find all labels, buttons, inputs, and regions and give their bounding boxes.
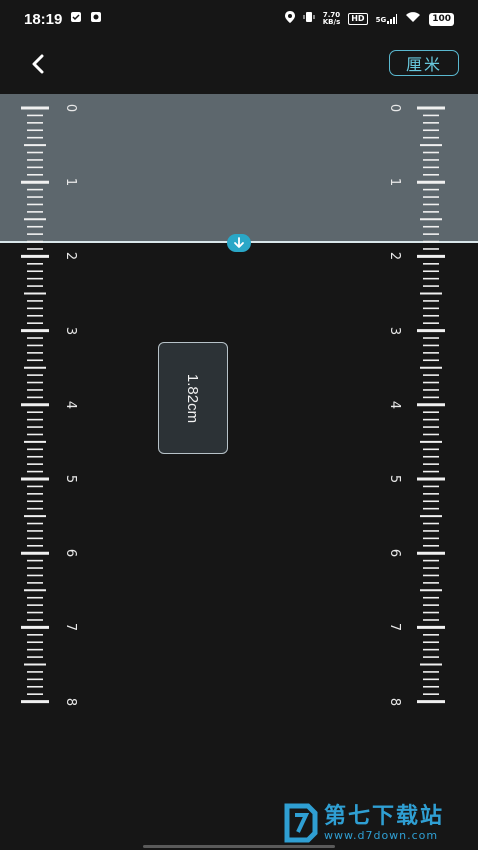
- status-left: 18:19: [24, 11, 102, 28]
- d7-logo-icon: [284, 803, 318, 843]
- home-indicator[interactable]: [143, 845, 335, 848]
- watermark-text: 第七下载站 www.d7down.com: [324, 803, 445, 842]
- network-type-label: 5G: [375, 16, 387, 24]
- right-ruler-label: 3: [387, 326, 402, 335]
- measurement-value: 1.82cm: [184, 373, 202, 423]
- left-ruler-label: 4: [63, 400, 78, 409]
- network-speed: 7.70 KB/s: [323, 12, 340, 26]
- right-ruler-label: 8: [387, 697, 402, 706]
- measurement-readout: 1.82cm: [158, 342, 228, 454]
- chevron-left-icon: [32, 54, 44, 74]
- notification-icon: [70, 11, 82, 27]
- back-button[interactable]: [24, 50, 52, 78]
- vibrate-icon: [303, 11, 315, 27]
- hd-badge: HD: [348, 13, 368, 25]
- measure-drag-handle[interactable]: [227, 234, 251, 252]
- status-bar: 18:19 7.70 KB/s HD 5G 100: [0, 0, 478, 38]
- arrow-down-icon: [234, 237, 244, 248]
- right-ruler-label: 5: [387, 474, 402, 484]
- app-notification-icon: [90, 11, 102, 27]
- status-right: 7.70 KB/s HD 5G 100: [284, 11, 454, 27]
- watermark-brand: 第七下载站: [324, 803, 445, 829]
- left-ruler-label: 7: [63, 623, 78, 632]
- left-ruler-label: 2: [63, 252, 78, 261]
- wifi-icon: [405, 11, 421, 27]
- watermark: 第七下载站 www.d7down.com: [284, 800, 474, 846]
- right-ruler-label: 6: [387, 549, 402, 558]
- battery-indicator: 100: [429, 12, 454, 26]
- unit-toggle-button[interactable]: 厘米: [389, 50, 459, 76]
- left-ruler-label: 5: [63, 474, 78, 484]
- network-speed-unit: KB/s: [322, 18, 341, 26]
- right-ruler-label: 7: [387, 623, 402, 632]
- status-time: 18:19: [24, 10, 63, 28]
- left-ruler-label: 8: [63, 697, 78, 706]
- signal-bars-icon: [387, 14, 398, 24]
- measured-region: [0, 94, 478, 242]
- location-icon: [284, 11, 295, 27]
- right-ruler-label: 4: [387, 400, 402, 409]
- right-ruler-label: 2: [387, 252, 402, 261]
- left-ruler-label: 6: [63, 549, 78, 558]
- left-ruler-label: 3: [63, 326, 78, 335]
- watermark-url: www.d7down.com: [324, 828, 439, 842]
- ruler-app: 18:19 7.70 KB/s HD 5G 100 厘米 0 0 1 1 2 2…: [0, 0, 478, 850]
- cellular-signal: 5G: [376, 14, 398, 24]
